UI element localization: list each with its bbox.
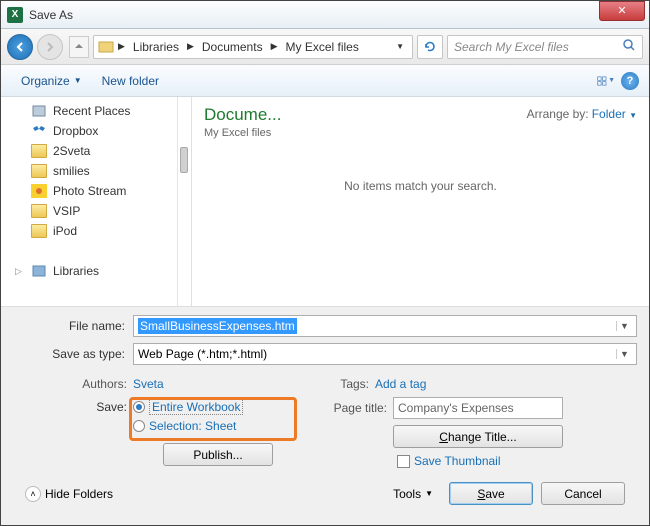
filename-input[interactable]: SmallBusinessExpenses.htm ▼	[133, 315, 637, 337]
breadcrumb-current[interactable]: My Excel files	[282, 40, 363, 54]
chevron-down-icon: ▼	[425, 489, 433, 498]
filename-label: File name:	[13, 319, 133, 333]
search-placeholder: Search My Excel files	[454, 40, 569, 54]
chevron-right-icon[interactable]: ▷	[15, 266, 25, 277]
save-as-dialog: X Save As ✕ ▶ Libraries ▶ Documents ▶ My…	[0, 0, 650, 526]
excel-icon: X	[7, 7, 23, 23]
folder-icon	[31, 224, 47, 238]
radio-entire-workbook-label[interactable]: Entire Workbook	[149, 399, 243, 415]
change-title-button[interactable]: Change Title...	[393, 425, 563, 448]
photostream-icon	[31, 184, 47, 198]
chevron-down-icon[interactable]: ▼	[392, 42, 408, 51]
titlebar: X Save As ✕	[1, 1, 649, 29]
search-input[interactable]: Search My Excel files	[447, 35, 643, 59]
saveastype-dropdown[interactable]: ▼	[616, 349, 632, 359]
grid-icon	[597, 74, 608, 88]
libraries-icon	[31, 264, 47, 278]
organize-button[interactable]: Organize ▼	[11, 70, 92, 92]
dropbox-icon	[31, 124, 47, 138]
folder-icon	[31, 164, 47, 178]
empty-message: No items match your search.	[204, 179, 637, 193]
refresh-icon	[423, 40, 437, 54]
back-button[interactable]	[7, 34, 33, 60]
arrow-left-icon	[14, 41, 26, 53]
publish-button[interactable]: Publish...	[163, 443, 273, 466]
footer: ˄ Hide Folders Tools ▼ Save Cancel	[13, 472, 637, 515]
authors-label: Authors:	[13, 377, 133, 391]
breadcrumb-documents[interactable]: Documents	[198, 40, 267, 54]
form-area: File name: SmallBusinessExpenses.htm ▼ S…	[1, 306, 649, 525]
content-area: Recent Places Dropbox 2Sveta smilies Pho…	[1, 97, 649, 306]
arrange-by[interactable]: Arrange by: Folder ▼	[527, 107, 637, 121]
tree-item-libraries[interactable]: ▷Libraries	[1, 261, 177, 281]
tree-item-smilies[interactable]: smilies	[1, 161, 177, 181]
up-button[interactable]	[69, 36, 89, 58]
new-folder-button[interactable]: New folder	[92, 70, 169, 92]
saveastype-select[interactable]: Web Page (*.htm;*.html) ▼	[133, 343, 637, 365]
radio-selection-sheet[interactable]	[133, 420, 145, 432]
tree-item-photostream[interactable]: Photo Stream	[1, 181, 177, 201]
radio-selection-sheet-label[interactable]: Selection: Sheet	[149, 419, 236, 433]
radio-entire-workbook[interactable]	[133, 401, 145, 413]
folder-tree[interactable]: Recent Places Dropbox 2Sveta smilies Pho…	[1, 97, 177, 306]
pagetitle-input[interactable]: Company's Expenses	[393, 397, 563, 419]
tree-item-ipod[interactable]: iPod	[1, 221, 177, 241]
filename-value: SmallBusinessExpenses.htm	[138, 318, 297, 334]
search-icon[interactable]	[622, 38, 636, 55]
help-button[interactable]: ?	[621, 72, 639, 90]
cancel-button[interactable]: Cancel	[541, 482, 625, 505]
folder-icon	[31, 204, 47, 218]
nav-bar: ▶ Libraries ▶ Documents ▶ My Excel files…	[1, 29, 649, 65]
tree-item-2sveta[interactable]: 2Sveta	[1, 141, 177, 161]
chevron-right-icon: ▶	[183, 41, 198, 52]
scroll-thumb[interactable]	[180, 147, 188, 173]
folder-icon	[31, 144, 47, 158]
chevron-down-icon: ▼	[629, 111, 637, 120]
arrow-right-icon	[44, 41, 56, 53]
pagetitle-label: Page title:	[323, 401, 393, 415]
tree-item-recent[interactable]: Recent Places	[1, 101, 177, 121]
close-button[interactable]: ✕	[599, 1, 645, 21]
recent-icon	[31, 104, 47, 118]
authors-value[interactable]: Sveta	[133, 377, 164, 391]
breadcrumb-libraries[interactable]: Libraries	[129, 40, 183, 54]
arrow-up-icon	[73, 41, 85, 53]
tags-label: Tags:	[325, 377, 375, 391]
breadcrumb[interactable]: ▶ Libraries ▶ Documents ▶ My Excel files…	[93, 35, 413, 59]
tree-item-dropbox[interactable]: Dropbox	[1, 121, 177, 141]
chevron-right-icon: ▶	[267, 41, 282, 52]
detail-subtitle: My Excel files	[204, 127, 637, 139]
tags-value[interactable]: Add a tag	[375, 377, 426, 391]
save-button[interactable]: Save	[449, 482, 533, 505]
chevron-right-icon: ▶	[114, 41, 129, 52]
save-thumbnail-checkbox[interactable]	[397, 455, 410, 468]
refresh-button[interactable]	[417, 35, 443, 59]
tools-dropdown[interactable]: Tools ▼	[393, 487, 433, 501]
library-icon	[98, 40, 114, 54]
window-title: Save As	[29, 8, 73, 22]
chevron-up-icon: ˄	[25, 486, 41, 502]
saveastype-label: Save as type:	[13, 347, 133, 361]
save-label: Save:	[13, 400, 133, 414]
save-thumbnail-label[interactable]: Save Thumbnail	[414, 454, 501, 468]
filename-dropdown[interactable]: ▼	[616, 321, 632, 331]
tree-scrollbar[interactable]	[177, 97, 191, 306]
saveastype-value: Web Page (*.htm;*.html)	[138, 347, 267, 361]
view-options-button[interactable]: ▼	[597, 72, 615, 90]
toolbar: Organize ▼ New folder ▼ ?	[1, 65, 649, 97]
tree-item-vsip[interactable]: VSIP	[1, 201, 177, 221]
detail-pane: Arrange by: Folder ▼ Docume... My Excel …	[191, 97, 649, 306]
hide-folders-button[interactable]: ˄ Hide Folders	[25, 486, 113, 502]
forward-button[interactable]	[37, 34, 63, 60]
chevron-down-icon: ▼	[74, 76, 82, 85]
